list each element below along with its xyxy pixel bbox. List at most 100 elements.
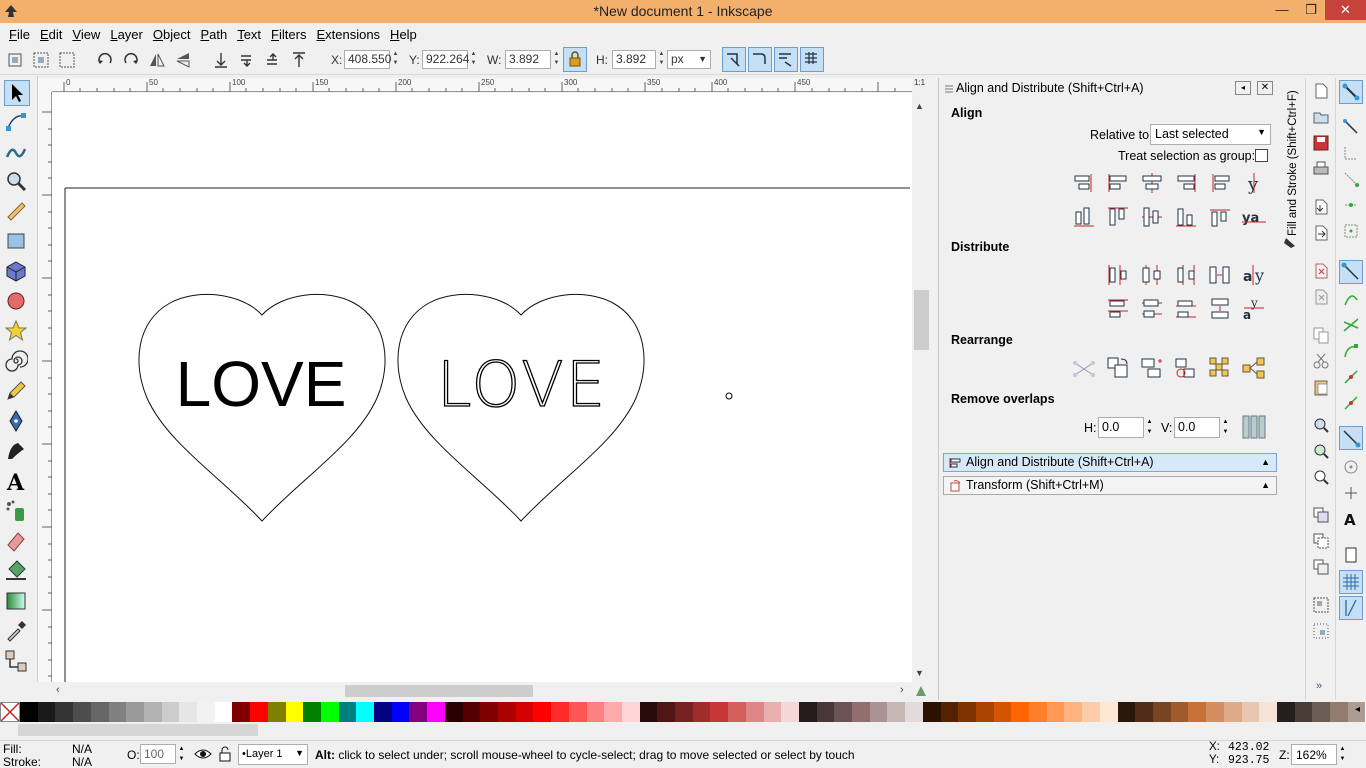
snap-cusp-nodes-icon[interactable]	[1342, 342, 1360, 360]
save-icon[interactable]	[1312, 134, 1330, 152]
align-text-anchors-icon[interactable]: ya	[1241, 204, 1267, 230]
tweak-tool[interactable]	[4, 139, 30, 165]
color-swatch[interactable]	[20, 702, 38, 722]
unclump-icon[interactable]	[1207, 355, 1233, 381]
exchange-clockwise-icon[interactable]	[1173, 355, 1199, 381]
import-icon[interactable]	[1312, 198, 1330, 216]
x-field[interactable]: 408.550	[344, 50, 391, 69]
distribute-right-edges-icon[interactable]	[1173, 262, 1199, 288]
color-swatch[interactable]	[763, 702, 782, 722]
color-swatch[interactable]	[922, 702, 941, 722]
scroll-up-arrow-icon[interactable]: ▲	[915, 101, 924, 111]
color-swatch[interactable]	[816, 702, 835, 722]
color-swatch[interactable]	[1223, 702, 1242, 722]
menu-filters[interactable]: Filters	[266, 27, 311, 42]
snap-nodes-toggle[interactable]	[1339, 260, 1363, 284]
select-all-layers-icon[interactable]	[32, 51, 50, 69]
move-gradients-toggle[interactable]	[774, 47, 798, 72]
treat-group-checkbox[interactable]	[1255, 149, 1268, 162]
calligraphy-tool[interactable]	[4, 439, 30, 465]
close-button[interactable]: ✕	[1325, 0, 1366, 20]
palette-menu-icon[interactable]: ◂	[1355, 704, 1360, 715]
snap-bbox-midpoints-icon[interactable]	[1342, 196, 1360, 214]
graph-layout-icon[interactable]	[1071, 355, 1097, 381]
color-swatch[interactable]	[745, 702, 764, 722]
star-tool[interactable]	[4, 319, 30, 345]
distribute-top-edges-icon[interactable]	[1105, 296, 1131, 322]
color-swatch[interactable]	[356, 702, 375, 722]
color-swatch[interactable]	[568, 702, 587, 722]
zoom-page-icon[interactable]	[1312, 468, 1330, 486]
color-swatch[interactable]	[1276, 702, 1295, 722]
color-swatch[interactable]	[621, 702, 640, 722]
color-swatch[interactable]	[869, 702, 888, 722]
scale-corners-toggle[interactable]	[748, 47, 772, 72]
menu-layer[interactable]: Layer	[105, 27, 148, 42]
color-swatch[interactable]	[37, 702, 56, 722]
scale-stroke-toggle[interactable]	[722, 47, 746, 72]
color-swatch[interactable]	[108, 702, 127, 722]
color-swatch[interactable]	[781, 702, 799, 722]
opacity-spinner[interactable]: ▲ ▼	[177, 744, 186, 764]
flip-vertical-icon[interactable]	[174, 51, 192, 69]
color-swatch[interactable]	[480, 702, 498, 722]
h-spinner[interactable]: ▲ ▼	[657, 50, 666, 69]
color-swatch[interactable]	[391, 702, 410, 722]
text-tool[interactable]: A	[4, 469, 30, 496]
group-icon[interactable]	[1312, 596, 1330, 614]
layer-select[interactable]: •Layer 1 ▼	[238, 744, 308, 765]
maximize-button[interactable]: ❐	[1297, 0, 1325, 20]
horizontal-scroll-thumb[interactable]	[345, 685, 533, 697]
connector-tool[interactable]	[4, 649, 30, 675]
color-swatch[interactable]	[1064, 702, 1083, 722]
snap-grids-toggle[interactable]	[1339, 570, 1363, 594]
align-top-to-bottom-anchor-icon[interactable]	[1071, 204, 1097, 230]
gradient-tool[interactable]	[4, 589, 30, 615]
lock-aspect-button[interactable]	[563, 47, 587, 72]
x-spinner[interactable]: ▲ ▼	[391, 50, 400, 69]
distribute-left-edges-icon[interactable]	[1105, 262, 1131, 288]
align-left-to-right-anchor-icon[interactable]	[1207, 170, 1233, 196]
redo-icon[interactable]	[1312, 288, 1330, 306]
w-spinner[interactable]: ▲ ▼	[552, 50, 561, 69]
randomize-positions-icon[interactable]	[1241, 355, 1267, 381]
print-icon[interactable]	[1312, 160, 1330, 178]
vertical-scrollbar[interactable]: ▲ ▼	[913, 93, 930, 682]
color-swatch[interactable]	[1241, 702, 1260, 722]
raise-icon[interactable]	[264, 51, 282, 69]
zoom-tool[interactable]	[4, 169, 30, 195]
color-swatch[interactable]	[1312, 702, 1331, 722]
minimize-button[interactable]: —	[1268, 0, 1296, 20]
align-bottom-to-top-anchor-icon[interactable]	[1207, 204, 1233, 230]
color-swatch[interactable]	[604, 702, 622, 722]
align-top-edges-icon[interactable]	[1105, 204, 1131, 230]
snap-path-intersections-icon[interactable]	[1342, 316, 1360, 334]
color-swatch[interactable]	[179, 702, 198, 722]
ungroup-icon[interactable]	[1312, 622, 1330, 640]
color-swatch[interactable]	[1135, 702, 1153, 722]
color-swatch[interactable]	[143, 702, 162, 722]
color-swatch[interactable]	[214, 702, 233, 722]
color-swatch[interactable]	[1259, 702, 1277, 722]
raise-to-top-icon[interactable]	[290, 51, 308, 69]
panel-iconify-button[interactable]: ◂	[1235, 81, 1251, 95]
color-swatch[interactable]	[1294, 702, 1313, 722]
color-swatch[interactable]	[126, 702, 144, 722]
color-swatch[interactable]	[1046, 702, 1065, 722]
color-swatch[interactable]	[852, 702, 870, 722]
color-swatch[interactable]	[409, 702, 428, 722]
pen-tool[interactable]	[4, 409, 30, 435]
y-field[interactable]: 922.264	[422, 50, 469, 69]
snap-bbox-icon[interactable]	[1342, 118, 1360, 136]
distribute-baselines-vertical-icon[interactable]: ya	[1241, 296, 1267, 322]
zoom-spinner[interactable]: ▲ ▼	[1338, 744, 1347, 765]
align-right-to-left-anchor-icon[interactable]	[1071, 170, 1097, 196]
scroll-down-arrow-icon[interactable]: ▼	[915, 668, 924, 678]
unit-select[interactable]: px ▼	[667, 50, 711, 69]
color-swatch[interactable]	[834, 702, 853, 722]
color-swatch[interactable]	[586, 702, 605, 722]
scroll-left-arrow-icon[interactable]: ‹	[56, 684, 60, 696]
paint-bucket-tool[interactable]	[4, 559, 30, 585]
menu-help[interactable]: Help	[385, 27, 422, 42]
copy-icon[interactable]	[1312, 326, 1330, 344]
